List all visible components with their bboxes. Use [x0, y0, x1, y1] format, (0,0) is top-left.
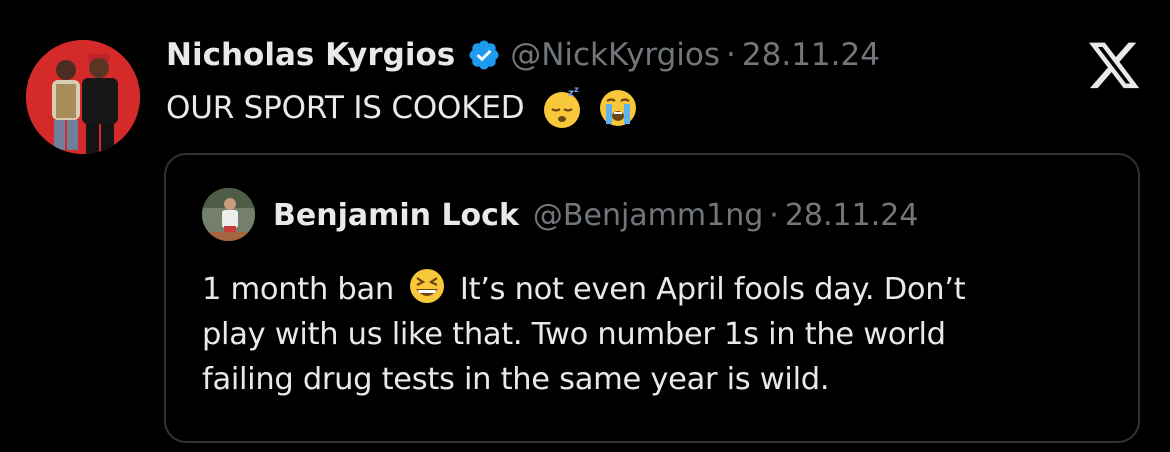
quoted-post-text: 1 month ban It’s not even April fools day…	[202, 267, 1132, 402]
post-text-content: OUR SPORT IS COOKED	[166, 90, 525, 126]
quoted-separator-dot: ·	[769, 197, 779, 233]
x-logo-icon[interactable]	[1086, 37, 1142, 89]
tweet-card: Nicholas Kyrgios @NickKyrgios · 28.11.24…	[0, 0, 1170, 452]
quoted-post-header: Benjamin Lock @Benjamm1ng · 28.11.24	[273, 195, 918, 235]
quoted-post[interactable]: Benjamin Lock @Benjamm1ng · 28.11.24 1 m…	[164, 153, 1140, 443]
grinning-squinting-face-icon	[408, 267, 446, 305]
svg-text:z: z	[574, 86, 579, 94]
separator-dot: ·	[726, 37, 736, 73]
quoted-author-handle[interactable]: @Benjamm1ng	[533, 198, 763, 233]
sleeping-face-icon: z z	[540, 85, 584, 130]
quoted-text-line-2: play with us like that. Two number 1s in…	[202, 317, 946, 352]
loudly-crying-face-icon	[596, 86, 640, 130]
quoted-text-prefix: 1 month ban	[202, 272, 394, 307]
post-text: OUR SPORT IS COOKED z z	[166, 85, 640, 130]
author-handle[interactable]: @NickKyrgios	[510, 37, 720, 73]
quoted-author-name[interactable]: Benjamin Lock	[273, 198, 519, 233]
author-avatar[interactable]	[26, 40, 140, 154]
verified-badge-icon	[467, 38, 501, 72]
author-name[interactable]: Nicholas Kyrgios	[166, 37, 455, 73]
quoted-author-avatar[interactable]	[202, 188, 255, 241]
quoted-post-date[interactable]: 28.11.24	[785, 198, 919, 233]
quoted-text-line-3: failing drug tests in the same year is w…	[202, 362, 830, 397]
post-header: Nicholas Kyrgios @NickKyrgios · 28.11.24	[166, 34, 880, 76]
quoted-text-line-1: 1 month ban It’s not even April fools day…	[202, 267, 1132, 312]
quoted-text-suffix: It’s not even April fools day. Don’t	[459, 272, 966, 307]
post-date[interactable]: 28.11.24	[742, 37, 880, 73]
